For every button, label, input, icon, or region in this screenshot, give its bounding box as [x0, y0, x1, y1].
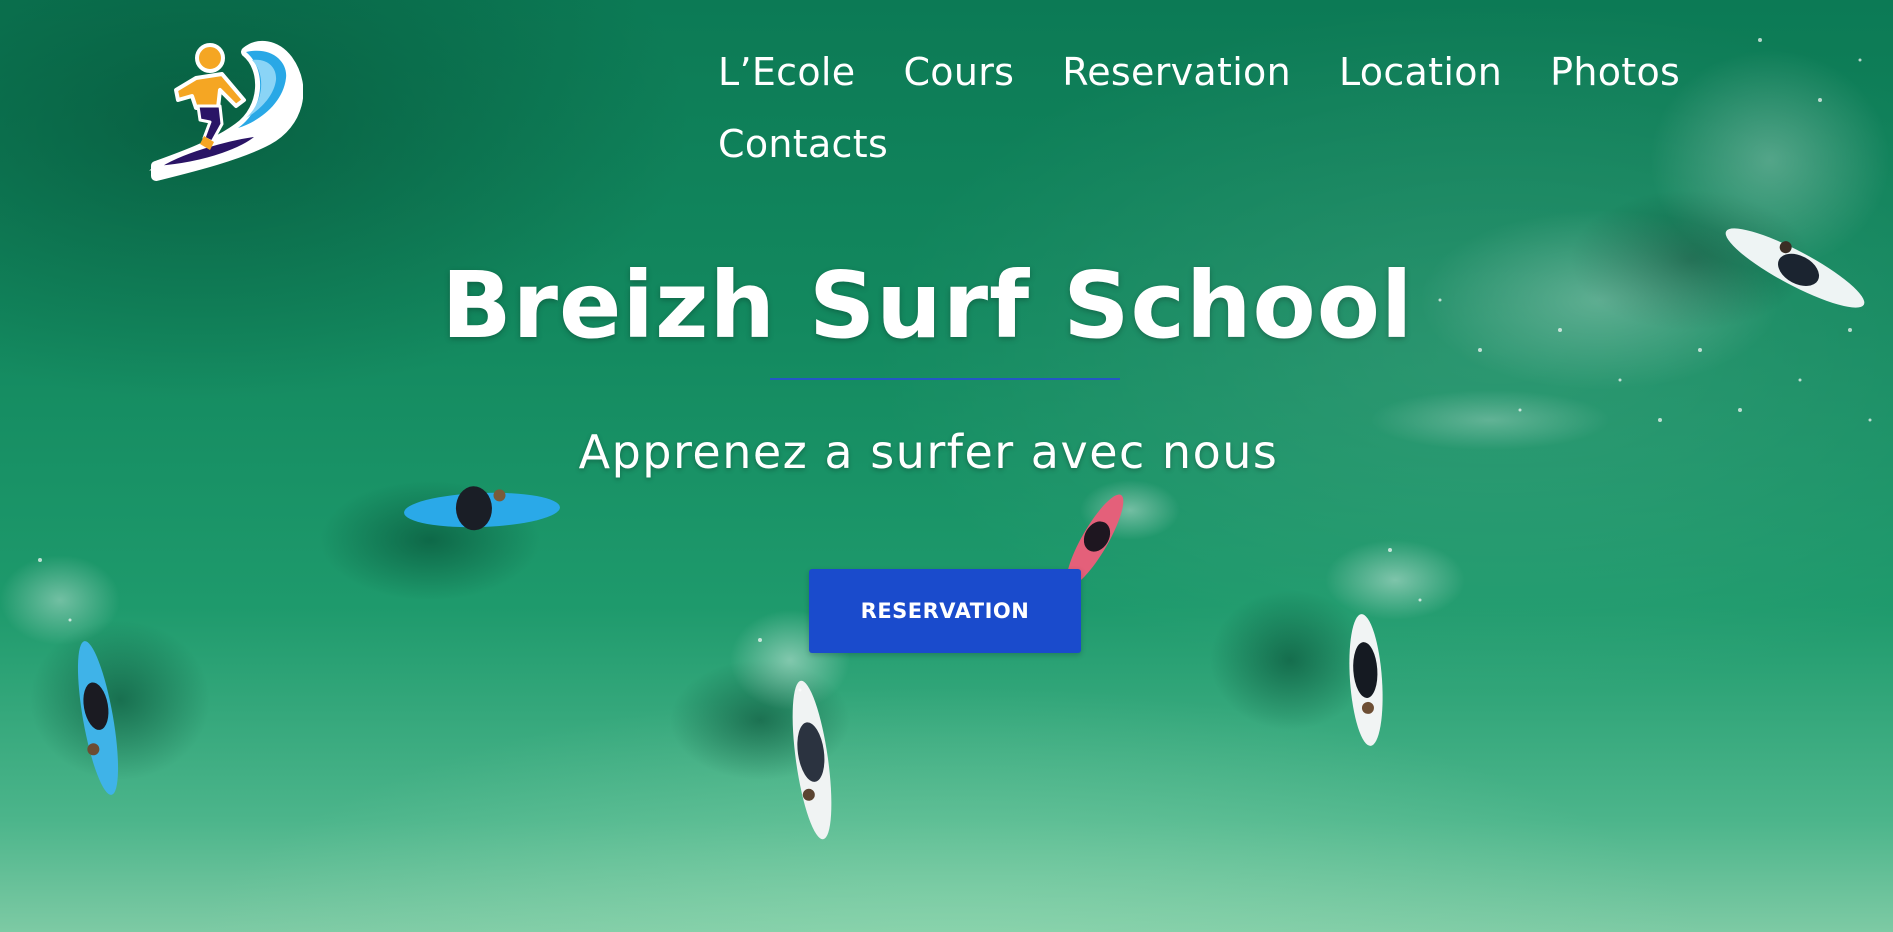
title-divider [770, 378, 1120, 380]
nav-item-location[interactable]: Location [1339, 46, 1502, 98]
nav-item-photos[interactable]: Photos [1550, 46, 1680, 98]
nav-item-lecole[interactable]: L’Ecole [718, 46, 855, 98]
page-title: Breizh Surf School [0, 246, 1893, 366]
hero-subtitle-text: Apprenez a surfer avec nous [578, 425, 1279, 479]
hero-section: L’Ecole Cours Reservation Location Photo… [0, 0, 1893, 932]
page-title-text: Breizh Surf School [441, 252, 1414, 359]
hero-subtitle: Apprenez a surfer avec nous [0, 420, 1893, 484]
surfer-wave-icon[interactable] [148, 38, 303, 188]
nav-item-reservation[interactable]: Reservation [1062, 46, 1291, 98]
reservation-button[interactable]: RESERVATION [809, 569, 1081, 653]
main-nav: L’Ecole Cours Reservation Location Photo… [718, 46, 1758, 170]
nav-item-cours[interactable]: Cours [903, 46, 1014, 98]
nav-item-contacts[interactable]: Contacts [718, 118, 888, 170]
